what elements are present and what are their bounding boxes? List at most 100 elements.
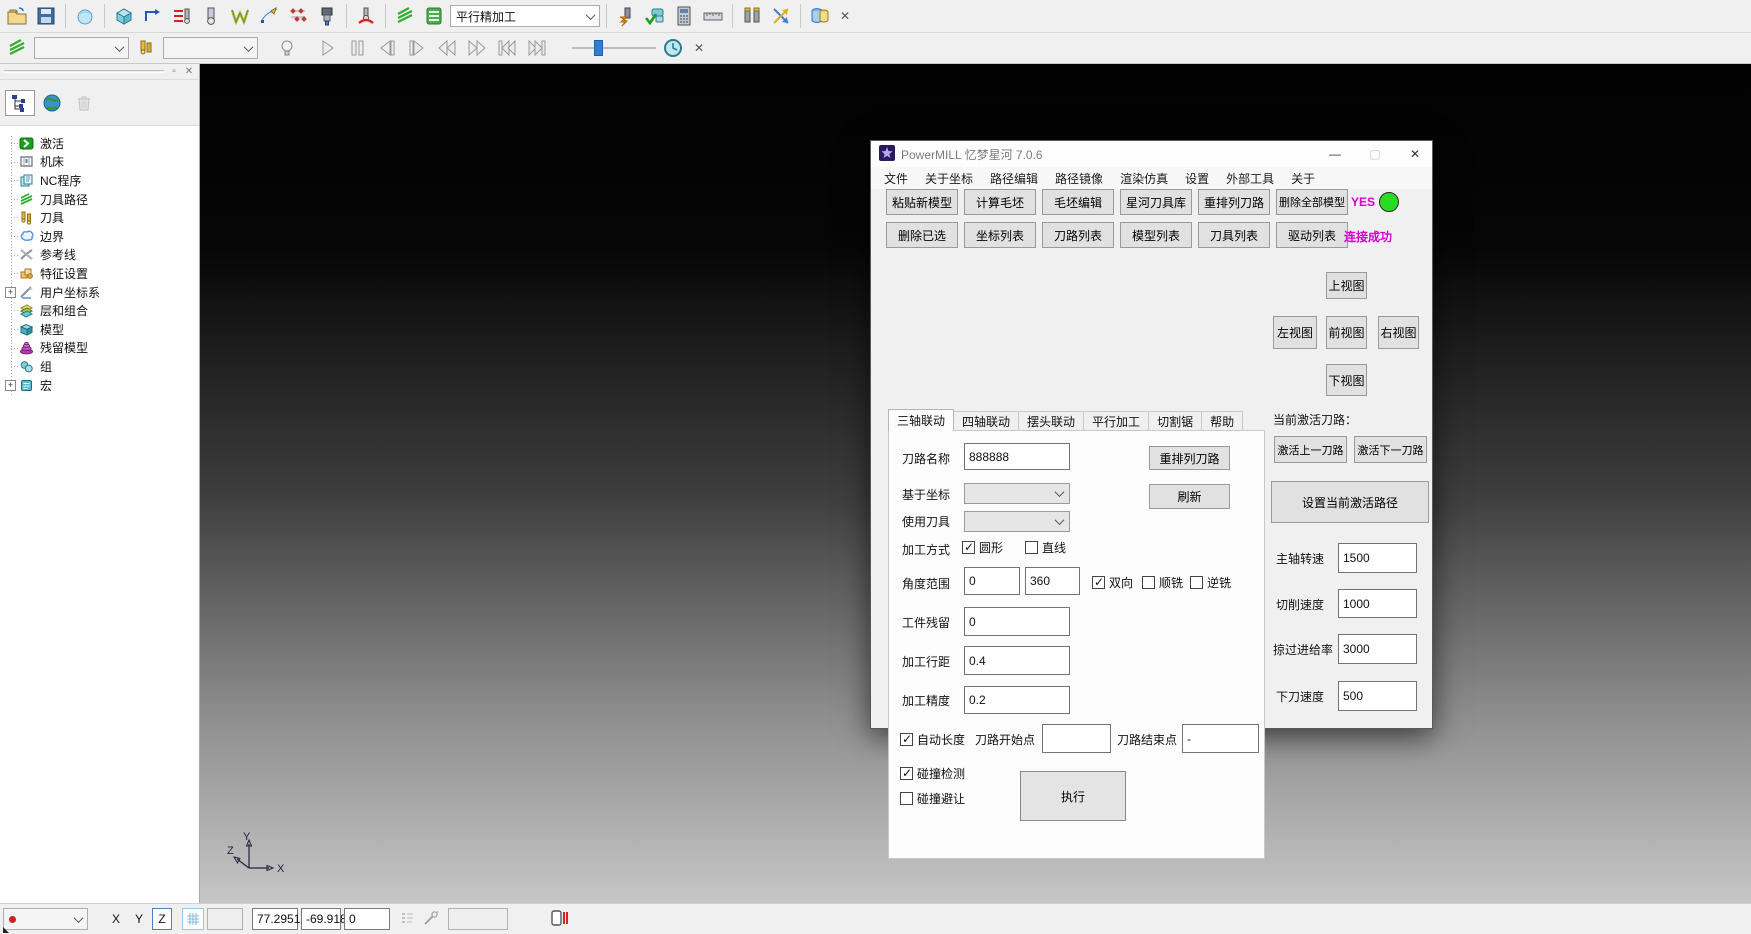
- view-bottom-button[interactable]: 下视图: [1326, 364, 1367, 396]
- grid-toggle-button[interactable]: [182, 908, 204, 930]
- go-start-button[interactable]: [494, 35, 520, 61]
- main-toolbar-close-button[interactable]: ✕: [836, 7, 854, 25]
- tree-item-nc-programs[interactable]: NC程序: [0, 171, 199, 190]
- checkbox-icon[interactable]: [1025, 541, 1038, 554]
- coord-x-field[interactable]: 77.2951: [252, 908, 298, 930]
- sim-toolpath-select[interactable]: [34, 37, 129, 59]
- panel-close-icon[interactable]: ✕: [182, 65, 196, 78]
- checkbox-icon[interactable]: [1142, 576, 1155, 589]
- expand-icon[interactable]: +: [5, 380, 16, 391]
- start-point-input[interactable]: [1042, 724, 1111, 753]
- tree-item-workplanes[interactable]: +用户坐标系: [0, 283, 199, 302]
- skim-rate-input[interactable]: [1338, 634, 1417, 664]
- curve-editor-icon[interactable]: [256, 3, 282, 29]
- collision-check-checkbox[interactable]: 碰撞检测: [900, 765, 965, 782]
- axis-z-button[interactable]: Z: [152, 908, 172, 930]
- rearrange-button[interactable]: 重排列刀路: [1149, 446, 1230, 470]
- tool-library-button[interactable]: 星河刀具库: [1120, 189, 1192, 215]
- speed-slider[interactable]: [572, 39, 656, 57]
- plunge-speed-input[interactable]: [1338, 681, 1417, 711]
- rewind-button[interactable]: [434, 35, 460, 61]
- tree-item-tools[interactable]: 刀具: [0, 208, 199, 227]
- coord-list-button[interactable]: 坐标列表: [964, 222, 1036, 248]
- tool-list-button[interactable]: 刀具列表: [1198, 222, 1270, 248]
- step-back-button[interactable]: [374, 35, 400, 61]
- climb-mill-checkbox[interactable]: 顺铣: [1142, 574, 1183, 591]
- view-top-button[interactable]: 上视图: [1326, 272, 1367, 299]
- tree-item-boundaries[interactable]: 边界: [0, 227, 199, 246]
- menu-external-tools[interactable]: 外部工具: [1226, 170, 1274, 187]
- execute-button[interactable]: 执行: [1020, 771, 1126, 821]
- angle-to-input[interactable]: [1025, 567, 1080, 595]
- checkbox-icon[interactable]: [900, 733, 913, 746]
- spindle-speed-input[interactable]: [1338, 543, 1417, 573]
- menu-path-mirror[interactable]: 路径镜像: [1055, 170, 1103, 187]
- expand-icon[interactable]: +: [5, 287, 16, 298]
- checkbox-icon[interactable]: [962, 541, 975, 554]
- draw-color-select[interactable]: [3, 908, 88, 930]
- tree-item-toolpaths[interactable]: 刀具路径: [0, 190, 199, 209]
- block-icon[interactable]: [111, 3, 137, 29]
- refresh-button[interactable]: 刷新: [1149, 484, 1230, 509]
- clipboard-marks-icon[interactable]: [550, 909, 570, 930]
- model-list-button[interactable]: 模型列表: [1120, 222, 1192, 248]
- toolpath-name-input[interactable]: [964, 443, 1070, 470]
- tab-help[interactable]: 帮助: [1201, 411, 1243, 431]
- panel-grip[interactable]: ▫ ✕: [0, 64, 199, 80]
- tree-item-activate[interactable]: 激活: [0, 134, 199, 153]
- stock-allowance-input[interactable]: [964, 607, 1070, 636]
- cutting-speed-input[interactable]: [1338, 589, 1417, 618]
- coord-base-select[interactable]: [964, 483, 1070, 504]
- tab-saw[interactable]: 切割锯: [1148, 411, 1202, 431]
- set-active-path-button[interactable]: 设置当前激活路径: [1271, 481, 1429, 523]
- simulation-check-icon[interactable]: [642, 3, 668, 29]
- rapid-moves-icon[interactable]: [140, 3, 166, 29]
- view-left-button[interactable]: 左视图: [1273, 316, 1317, 349]
- tree-item-feature-sets[interactable]: 特征设置: [0, 264, 199, 283]
- sim-tool-select[interactable]: [163, 37, 258, 59]
- tree-item-macros[interactable]: +宏: [0, 376, 199, 395]
- panel-float-icon[interactable]: ▫: [167, 65, 181, 78]
- calc-block-button[interactable]: 计算毛坯: [964, 189, 1036, 215]
- block-edit-button[interactable]: 毛坯编辑: [1042, 189, 1114, 215]
- menu-render-sim[interactable]: 渲染仿真: [1120, 170, 1168, 187]
- checkbox-icon[interactable]: [900, 767, 913, 780]
- stepover-input[interactable]: [964, 646, 1070, 675]
- measure-icon[interactable]: [700, 3, 726, 29]
- checkbox-icon[interactable]: [900, 792, 913, 805]
- conventional-mill-checkbox[interactable]: 逆铣: [1190, 574, 1231, 591]
- toolpath-icon[interactable]: [392, 3, 418, 29]
- view-front-button[interactable]: 前视图: [1326, 316, 1367, 349]
- explorer-tree-tab-button[interactable]: [5, 90, 35, 116]
- axis-y-button[interactable]: Y: [129, 908, 149, 930]
- strategy-select[interactable]: 平行精加工: [450, 5, 600, 27]
- tool-icon[interactable]: [198, 3, 224, 29]
- tolerance-input[interactable]: [964, 686, 1070, 714]
- pattern-icon[interactable]: [285, 3, 311, 29]
- boundary-icon[interactable]: [227, 3, 253, 29]
- step-forward-button[interactable]: [404, 35, 430, 61]
- drive-list-button[interactable]: 驱动列表: [1276, 222, 1348, 248]
- menu-about[interactable]: 关于: [1291, 170, 1315, 187]
- pause-button[interactable]: [344, 35, 370, 61]
- view-right-button[interactable]: 右视图: [1378, 316, 1419, 349]
- tab-3axis[interactable]: 三轴联动: [888, 409, 954, 431]
- strategy-list-icon[interactable]: [421, 3, 447, 29]
- axis-x-button[interactable]: X: [106, 908, 126, 930]
- delete-all-models-button[interactable]: 删除全部模型: [1276, 189, 1348, 215]
- minimize-button[interactable]: —: [1318, 142, 1352, 167]
- graphics-viewport[interactable]: Y X Z PowerMILL 忆梦星河 7.0.6 — ▢ ✕ 文件 关于坐标…: [200, 64, 1751, 903]
- compare-models-icon[interactable]: [807, 3, 833, 29]
- mode-line-checkbox[interactable]: 直线: [1025, 539, 1066, 556]
- clock-icon[interactable]: [660, 35, 686, 61]
- toolpath-list-button[interactable]: 刀路列表: [1042, 222, 1114, 248]
- coord-y-field[interactable]: -69.918: [301, 908, 341, 930]
- mode-circle-checkbox[interactable]: 圆形: [962, 539, 1003, 556]
- activate-prev-button[interactable]: 激活上一刀路: [1274, 436, 1347, 463]
- tool-wear-icon[interactable]: [613, 3, 639, 29]
- tool-holder-icon[interactable]: [314, 3, 340, 29]
- sim-toolpath-icon[interactable]: [4, 35, 30, 61]
- fast-forward-button[interactable]: [464, 35, 490, 61]
- tree-item-reference-lines[interactable]: 参考线: [0, 246, 199, 265]
- tree-item-groups[interactable]: 组: [0, 357, 199, 376]
